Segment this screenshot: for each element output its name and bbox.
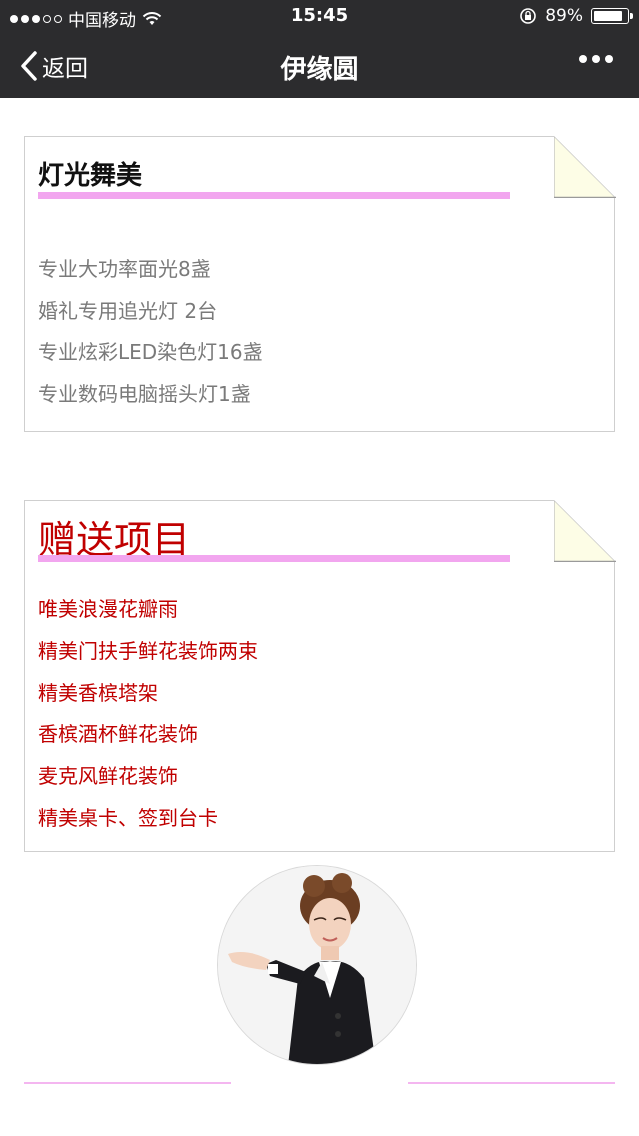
list-item: 精美门扶手鲜花装饰两束 [38,638,258,663]
more-dots-icon[interactable] [579,55,613,63]
list-item: 精美香槟塔架 [38,680,158,705]
status-right: 89% [519,6,633,26]
battery-fill [594,11,623,21]
divider-right [408,1082,615,1084]
host-avatar [217,865,417,1065]
divider-left [24,1082,231,1084]
status-bar: 中国移动 15:45 89% [0,0,639,34]
nav-bar: 返回 伊缘圆 [0,34,639,98]
list-item: 唯美浪漫花瓣雨 [38,597,178,621]
lighting-list: 专业大功率面光8盏 婚礼专用追光灯 2台 专业炫彩LED染色灯16盏 专业数码电… [38,259,263,425]
host-portrait-image [218,866,416,1064]
list-item: 精美桌卡、签到台卡 [38,805,218,830]
list-item: 专业炫彩LED染色灯16盏 [38,340,263,364]
list-item: 专业大功率面光8盏 [38,257,211,281]
gifts-card: 赠送项目 唯美浪漫花瓣雨 精美门扶手鲜花装饰两束 精美香槟塔架 香槟酒杯鲜花装饰… [24,499,616,852]
gifts-list: 唯美浪漫花瓣雨 精美门扶手鲜花装饰两束 精美香槟塔架 香槟酒杯鲜花装饰 麦克风鲜… [38,599,258,850]
battery-percent: 89% [545,6,583,26]
list-item: 麦克风鲜花装饰 [38,764,178,789]
page-fold-icon [553,499,616,562]
battery-icon [591,8,633,24]
list-item: 香槟酒杯鲜花装饰 [38,722,198,747]
lighting-card: 灯光舞美 专业大功率面光8盏 婚礼专用追光灯 2台 专业炫彩LED染色灯16盏 … [24,135,616,432]
lighting-title: 灯光舞美 [38,161,143,191]
page-fold-icon [553,135,616,198]
title-underline [38,192,510,199]
list-item: 婚礼专用追光灯 2台 [38,298,218,323]
title-underline [38,555,510,562]
list-item: 专业数码电脑摇头灯1盏 [38,381,251,406]
rotation-lock-icon [520,8,537,24]
page-title: 伊缘圆 [280,55,359,85]
